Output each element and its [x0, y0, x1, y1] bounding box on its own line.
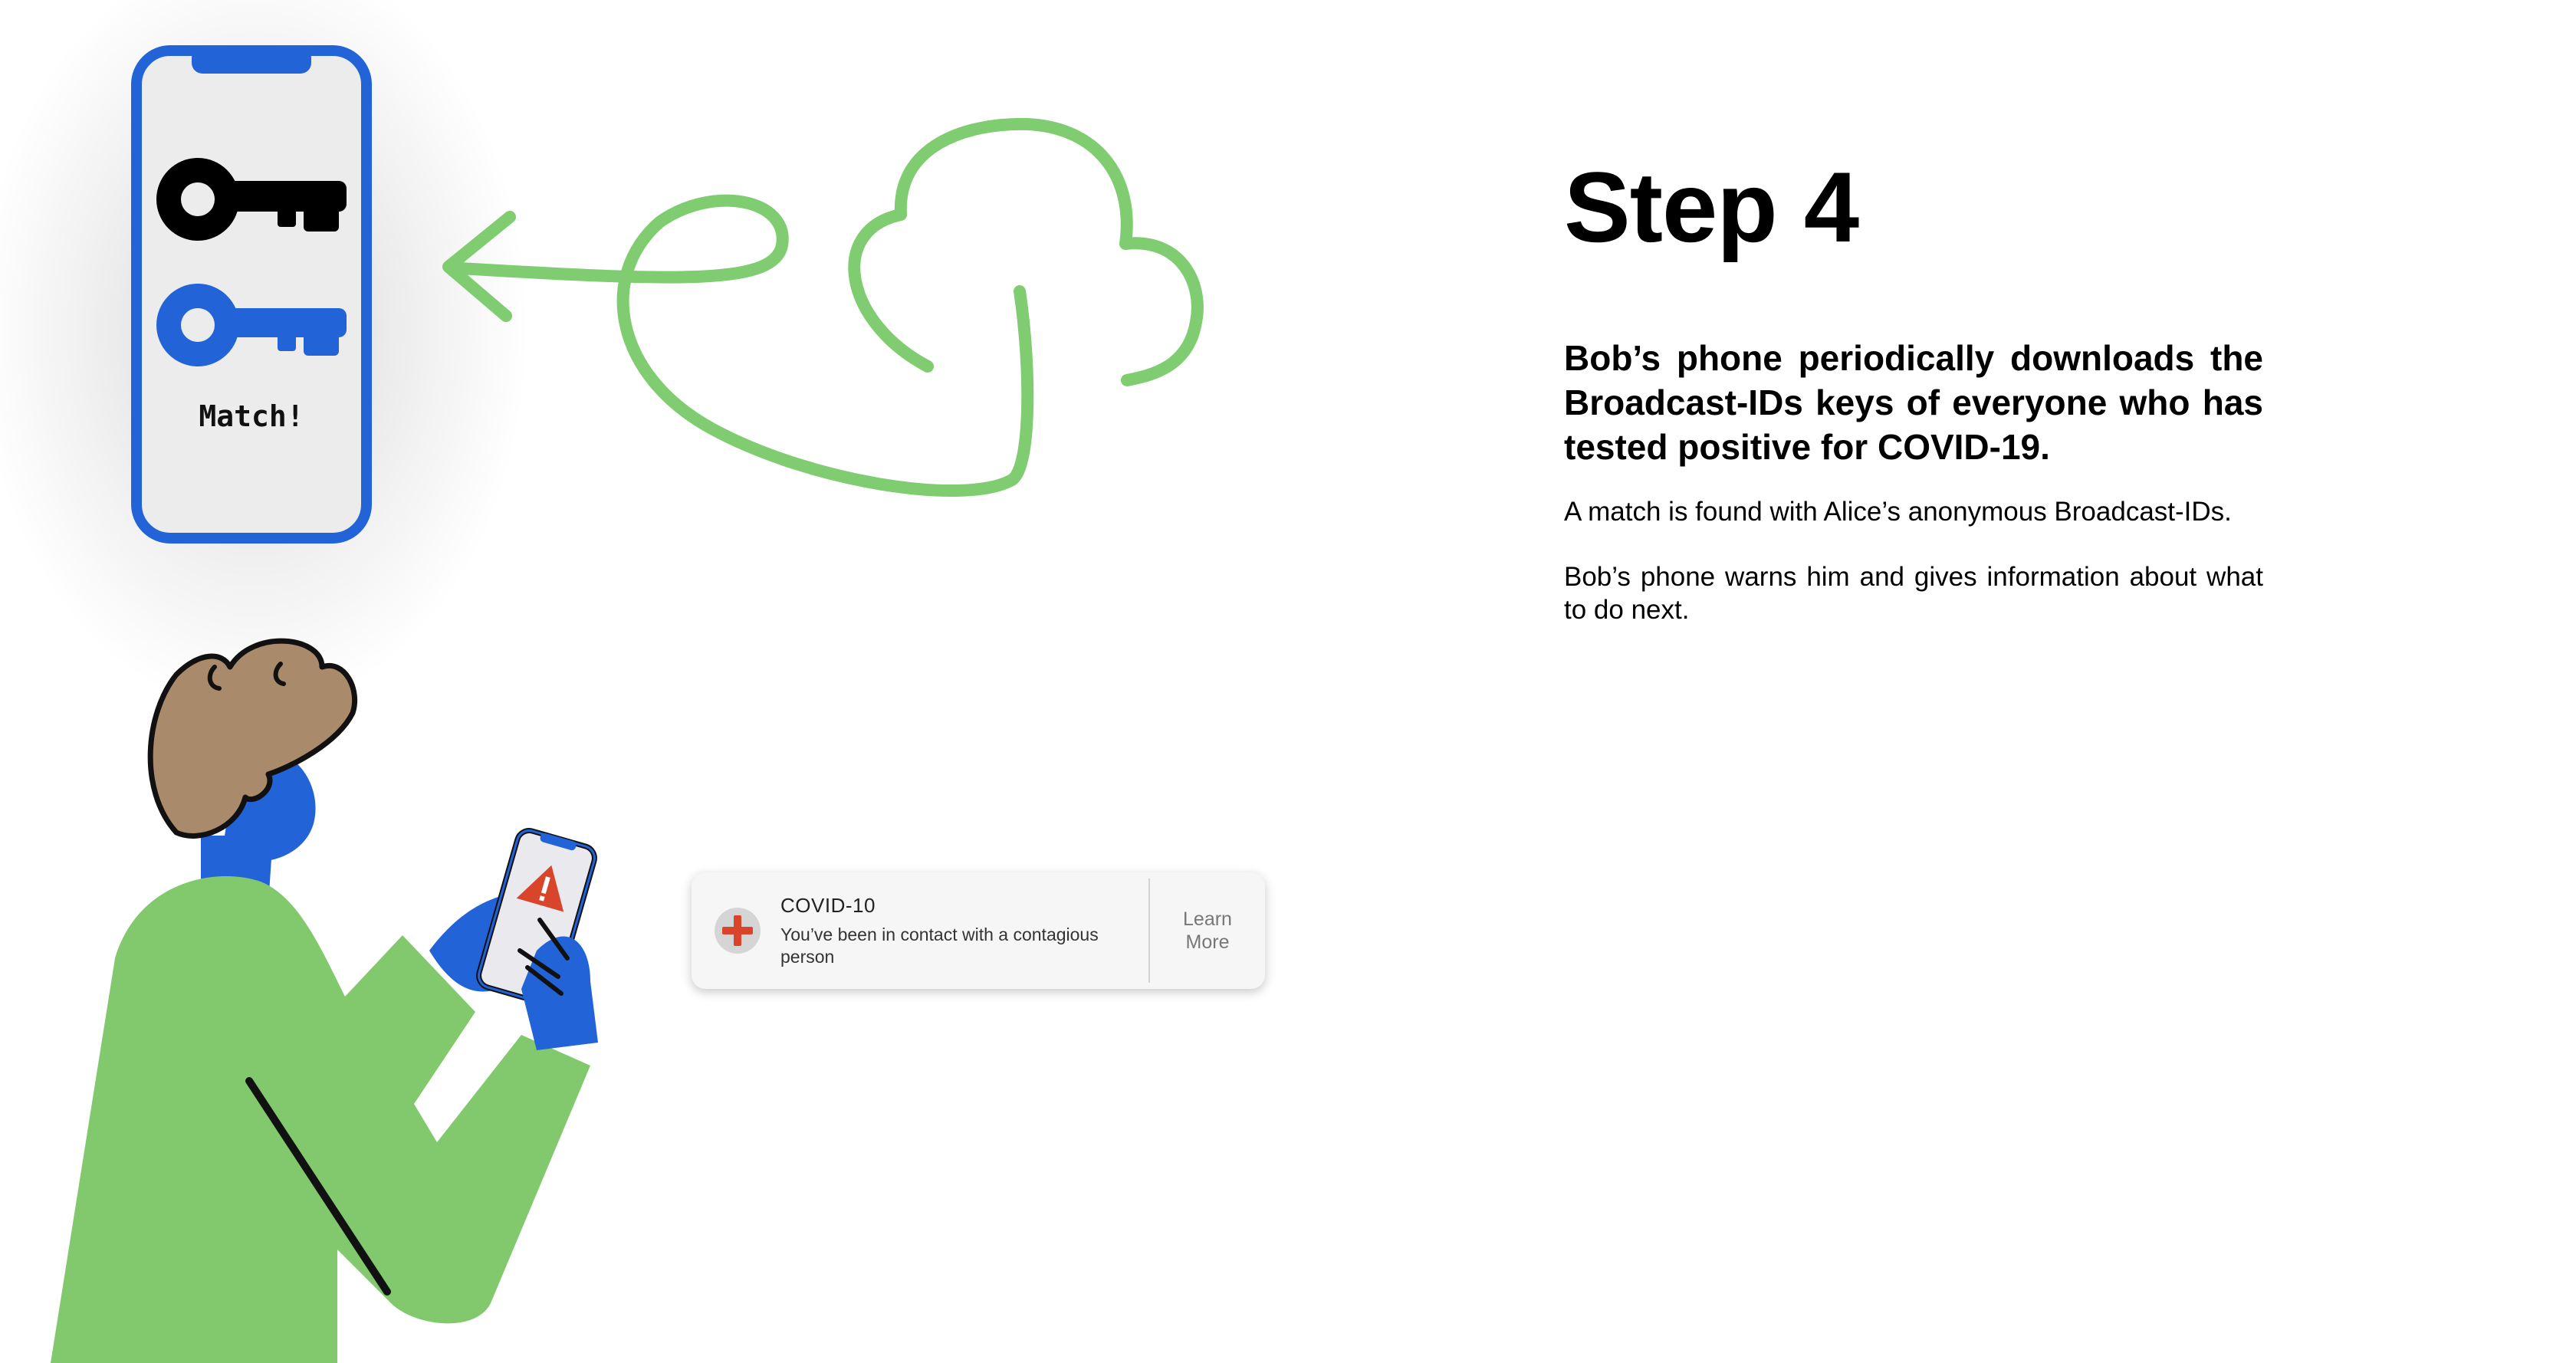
person-bob [51, 638, 598, 1363]
plus-icon [715, 908, 761, 954]
match-label: Match! [199, 399, 304, 433]
paragraph-match: A match is found with Alice’s anonymous … [1564, 497, 2232, 527]
lead-text: Bob’s phone periodically downloads the B… [1564, 338, 2263, 467]
paragraph-warning: Bob’s phone warns him and gives informat… [1564, 562, 2263, 625]
learn-more-button[interactable]: Learn More [1150, 872, 1265, 989]
arrow-icon [442, 194, 1034, 498]
page-title: Step 4 [1564, 151, 1859, 263]
learn-more-label-line2: More [1185, 931, 1230, 953]
notification-title: COVID-10 [780, 893, 876, 917]
notification-body: You’ve been in contact with a contagious… [780, 924, 1099, 967]
learn-more-label-line1: Learn [1183, 908, 1232, 930]
step-description: Step 4 Bob’s phone periodically download… [1564, 146, 2263, 626]
notification-main[interactable]: COVID-10 You’ve been in contact with a c… [692, 872, 1148, 989]
exposure-notification[interactable]: COVID-10 You’ve been in contact with a c… [692, 872, 1265, 989]
phone-match: Match! [131, 45, 372, 544]
